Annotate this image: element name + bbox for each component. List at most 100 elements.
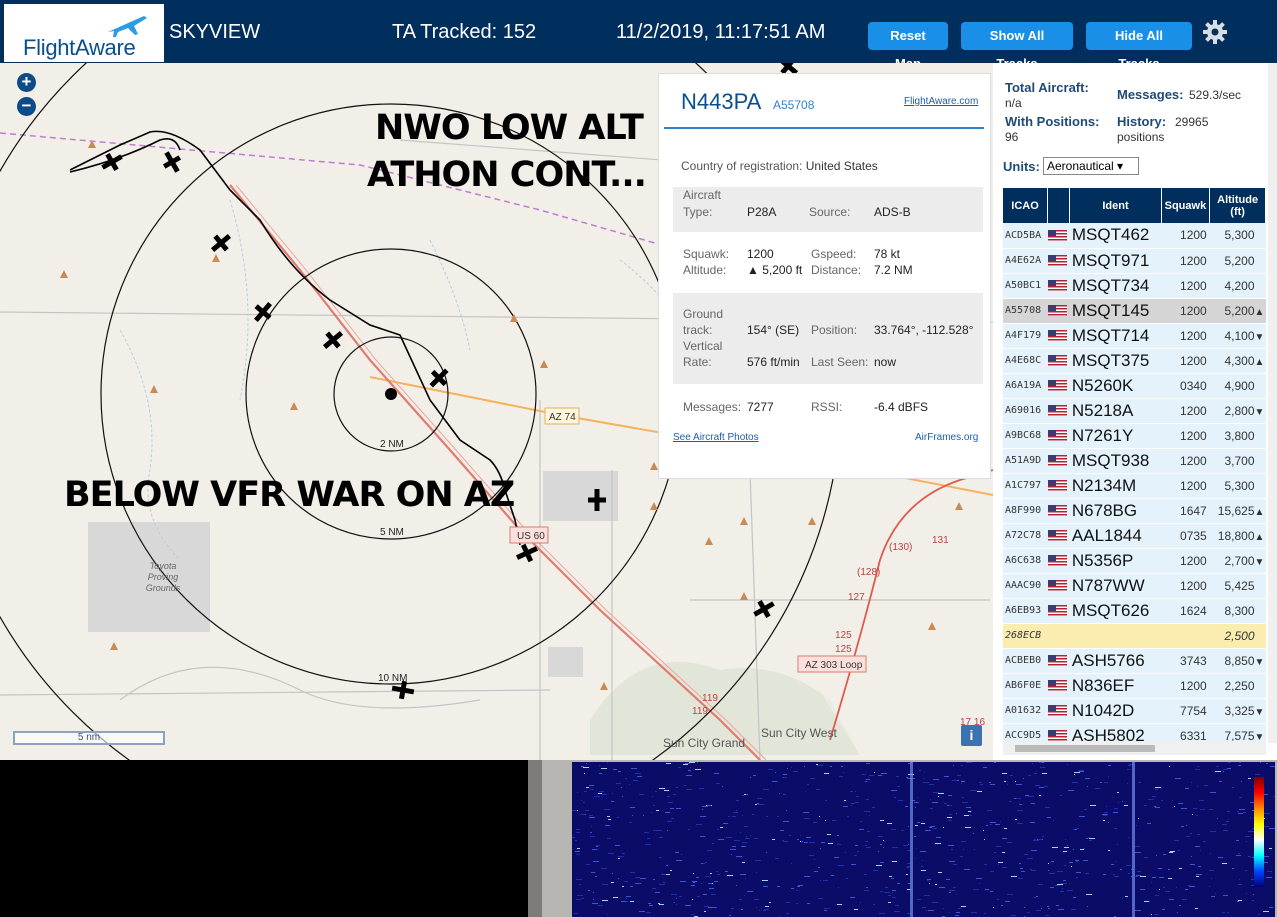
us-flag-icon [1047,704,1067,716]
aircraft-icon[interactable] [159,148,186,176]
receiver-location-marker [385,388,397,400]
altitude-value: 4,200 [1224,278,1255,293]
ident-cell [1069,623,1162,649]
road-label: 119 [702,693,718,704]
aircraft-icon-selected[interactable] [513,540,541,566]
table-horizontal-scrollbar[interactable] [1003,741,1266,755]
col-header-icao[interactable]: ICAO [1003,188,1049,223]
icao-cell: AB6F0E [1003,673,1048,699]
zoom-in-button[interactable]: + [17,73,36,92]
altitude-cell: 5,300 [1209,223,1266,249]
aircraft-table-row[interactable]: A6EB93 MSQT626 1624 8,300 [1003,598,1266,624]
aircraft-table-row[interactable]: A72C78 AAL1844 0735 18,800▲ [1003,523,1266,549]
squawk-cell: 1200 [1161,573,1210,599]
flag-cell [1047,423,1070,449]
aircraft-icon[interactable] [249,298,277,326]
panel-vertical-scrollbar[interactable] [1268,63,1277,743]
altitude-value: 2,500 [1224,628,1255,643]
flightaware-link[interactable]: FlightAware.com [904,96,978,107]
ident-cell: MSQT938 [1069,448,1162,474]
road-label: (130) [889,542,912,553]
gear-icon[interactable] [1202,19,1228,45]
aircraft-table-row[interactable]: A55708 MSQT145 1200 5,200▲ [1003,298,1266,324]
popup-track-block: Ground track: 154° (SE) Position: 33.764… [673,293,983,384]
aircraft-table-row[interactable]: A69016 N5218A 1200 2,800▼ [1003,398,1266,424]
aircraft-type-value: P28A [747,205,777,219]
aircraft-table-row[interactable]: A01632 N1042D 7754 3,325▼ [1003,698,1266,724]
aircraft-table-row[interactable]: ACD5BA MSQT462 1200 5,300 [1003,223,1266,249]
airframes-link[interactable]: AirFrames.org [915,432,978,443]
us-flag-icon [1047,579,1067,591]
popup-icao[interactable]: A55708 [773,98,814,112]
us-flag-icon [1047,679,1067,691]
aircraft-type-label-l2: Type: [683,205,713,219]
aircraft-table-row[interactable]: A4E62A MSQT971 1200 5,200 [1003,248,1266,274]
flag-cell [1047,298,1070,324]
altitude-value: 3,700 [1224,453,1255,468]
map-info-button[interactable]: i [961,725,982,746]
flag-cell [1047,523,1070,549]
flightaware-logo[interactable]: FlightAware [4,4,164,62]
icao-cell: A72C78 [1003,523,1048,549]
ident-cell: MSQT626 [1069,598,1162,624]
aircraft-table-row[interactable]: ACBEB0 ASH5766 3743 8,850▼ [1003,648,1266,674]
place-label-toyota-proving-grounds: Toyota Proving Grounds [145,561,181,593]
us-flag-icon [1047,504,1067,516]
ident-cell: AAL1844 [1069,523,1162,549]
squawk-cell: 1624 [1161,598,1210,624]
col-header-altitude[interactable]: Altitude (ft) [1209,188,1266,223]
popup-divider [664,127,984,129]
ground-track-label-l1: Ground [683,307,724,321]
flag-cell [1047,448,1070,474]
source-label: Source: [809,205,851,219]
zoom-out-button[interactable]: − [17,97,36,116]
rssi-label: RSSI: [811,400,843,414]
squawk-cell: 1200 [1161,348,1210,374]
aircraft-table-row[interactable]: A6A19A N5260K 0340 4,900 [1003,373,1266,399]
aircraft-table-row[interactable]: 268ECB 2,500 [1003,623,1266,649]
aircraft-table-row[interactable]: A6C638 N5356P 1200 2,700▼ [1003,548,1266,574]
aircraft-table-row[interactable]: AAAC90 N787WW 1200 5,425 [1003,573,1266,599]
squawk-cell [1161,623,1210,649]
road-label-az74: AZ 74 [549,412,576,423]
country-label: Country of registration: [681,159,803,173]
messages-value: 7277 [747,400,774,414]
header-bar: FlightAware SKYVIEW TA Tracked: 152 11/2… [0,0,1277,71]
aircraft-icon[interactable] [207,229,235,257]
aircraft-table-row[interactable]: AB6F0E N836EF 1200 2,250 [1003,673,1266,699]
scrollbar-thumb[interactable] [1015,745,1155,752]
icao-cell: A6A19A [1003,373,1048,399]
ident-cell: N7261Y [1069,423,1162,449]
aircraft-table-row[interactable]: A51A9D MSQT938 1200 3,700 [1003,448,1266,474]
flag-cell [1047,373,1070,399]
aircraft-icon[interactable] [319,326,347,354]
hide-all-tracks-button[interactable]: Hide All Tracks [1086,22,1192,71]
units-select[interactable]: Aeronautical ▾ [1043,157,1139,175]
aircraft-table-row[interactable]: A4E68C MSQT375 1200 4,300▲ [1003,348,1266,374]
aircraft-icon[interactable] [98,149,126,176]
us-flag-icon [1047,554,1067,566]
road-label-az303: AZ 303 Loop [805,660,863,671]
popup-ident: N443PA [681,89,762,114]
range-label-10nm: 10 NM [378,673,407,684]
show-all-tracks-button[interactable]: Show All Tracks [961,22,1073,71]
aircraft-table-row[interactable]: A1C797 N2134M 1200 5,300 [1003,473,1266,499]
altitude-cell: 5,200▲ [1209,298,1266,324]
aircraft-table-row[interactable]: A9BC68 N7261Y 1200 3,800 [1003,423,1266,449]
see-aircraft-photos-link[interactable]: See Aircraft Photos [673,432,759,443]
col-header-ident[interactable]: Ident [1069,188,1162,223]
aircraft-table-row[interactable]: A4F179 MSQT714 1200 4,100▼ [1003,323,1266,349]
squawk-cell: 1200 [1161,473,1210,499]
flag-cell [1047,273,1070,299]
aircraft-table-row[interactable]: A8F990 N678BG 1647 15,625▲ [1003,498,1266,524]
flag-cell [1047,673,1070,699]
us-flag-icon [1047,329,1067,341]
col-header-squawk[interactable]: Squawk [1161,188,1211,223]
us-flag-icon [1047,404,1067,416]
with-positions-value: 96 [1005,130,1019,144]
altitude-trend-icon: ▼ [1254,556,1265,568]
reset-map-button[interactable]: Reset Map [868,22,948,71]
squawk-cell: 7754 [1161,698,1210,724]
aircraft-table-row[interactable]: A50BC1 MSQT734 1200 4,200 [1003,273,1266,299]
squawk-cell: 1200 [1161,248,1210,274]
